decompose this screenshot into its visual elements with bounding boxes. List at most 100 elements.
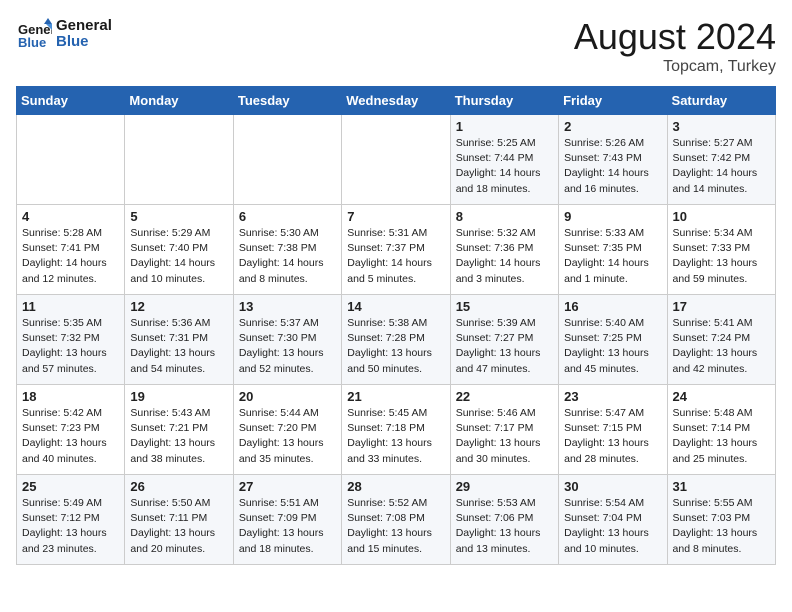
day-info: Sunrise: 5:35 AMSunset: 7:32 PMDaylight:… xyxy=(22,316,119,377)
day-number: 16 xyxy=(564,299,661,314)
day-info: Sunrise: 5:29 AMSunset: 7:40 PMDaylight:… xyxy=(130,226,227,287)
calendar-body: 1 Sunrise: 5:25 AMSunset: 7:44 PMDaylight… xyxy=(17,115,776,565)
day-info: Sunrise: 5:52 AMSunset: 7:08 PMDaylight:… xyxy=(347,496,444,557)
calendar-cell: 22 Sunrise: 5:46 AMSunset: 7:17 PMDayligh… xyxy=(450,385,558,475)
day-number: 31 xyxy=(673,479,770,494)
header-cell-tuesday: Tuesday xyxy=(233,87,341,115)
day-info: Sunrise: 5:38 AMSunset: 7:28 PMDaylight:… xyxy=(347,316,444,377)
day-info: Sunrise: 5:30 AMSunset: 7:38 PMDaylight:… xyxy=(239,226,336,287)
day-number: 5 xyxy=(130,209,227,224)
day-number: 19 xyxy=(130,389,227,404)
calendar-cell xyxy=(125,115,233,205)
day-info: Sunrise: 5:32 AMSunset: 7:36 PMDaylight:… xyxy=(456,226,553,287)
calendar-cell: 25 Sunrise: 5:49 AMSunset: 7:12 PMDayligh… xyxy=(17,475,125,565)
day-number: 22 xyxy=(456,389,553,404)
week-row-3: 11Sunrise: 5:35 AMSunset: 7:32 PMDayligh… xyxy=(17,295,776,385)
header-cell-monday: Monday xyxy=(125,87,233,115)
title-section: August 2024 Topcam, Turkey xyxy=(574,16,776,76)
day-number: 28 xyxy=(347,479,444,494)
day-info: Sunrise: 5:31 AMSunset: 7:37 PMDaylight:… xyxy=(347,226,444,287)
day-number: 29 xyxy=(456,479,553,494)
header-cell-saturday: Saturday xyxy=(667,87,775,115)
calendar-cell: 28 Sunrise: 5:52 AMSunset: 7:08 PMDayligh… xyxy=(342,475,450,565)
calendar-cell xyxy=(342,115,450,205)
calendar-cell xyxy=(233,115,341,205)
day-info: Sunrise: 5:36 AMSunset: 7:31 PMDaylight:… xyxy=(130,316,227,377)
day-info: Sunrise: 5:42 AMSunset: 7:23 PMDaylight:… xyxy=(22,406,119,467)
calendar-table: SundayMondayTuesdayWednesdayThursdayFrid… xyxy=(16,86,776,565)
day-info: Sunrise: 5:40 AMSunset: 7:25 PMDaylight:… xyxy=(564,316,661,377)
day-info: Sunrise: 5:45 AMSunset: 7:18 PMDaylight:… xyxy=(347,406,444,467)
calendar-cell: 15Sunrise: 5:39 AMSunset: 7:27 PMDayligh… xyxy=(450,295,558,385)
day-info: Sunrise: 5:43 AMSunset: 7:21 PMDaylight:… xyxy=(130,406,227,467)
day-number: 6 xyxy=(239,209,336,224)
day-number: 14 xyxy=(347,299,444,314)
day-info: Sunrise: 5:55 AMSunset: 7:03 PMDaylight:… xyxy=(673,496,770,557)
day-number: 13 xyxy=(239,299,336,314)
day-info: Sunrise: 5:37 AMSunset: 7:30 PMDaylight:… xyxy=(239,316,336,377)
header-cell-wednesday: Wednesday xyxy=(342,87,450,115)
day-number: 24 xyxy=(673,389,770,404)
header-row: SundayMondayTuesdayWednesdayThursdayFrid… xyxy=(17,87,776,115)
day-number: 10 xyxy=(673,209,770,224)
calendar-header: SundayMondayTuesdayWednesdayThursdayFrid… xyxy=(17,87,776,115)
day-number: 12 xyxy=(130,299,227,314)
day-number: 30 xyxy=(564,479,661,494)
day-info: Sunrise: 5:28 AMSunset: 7:41 PMDaylight:… xyxy=(22,226,119,287)
calendar-cell: 18 Sunrise: 5:42 AMSunset: 7:23 PMDayligh… xyxy=(17,385,125,475)
day-info: Sunrise: 5:49 AMSunset: 7:12 PMDaylight:… xyxy=(22,496,119,557)
day-info: Sunrise: 5:27 AMSunset: 7:42 PMDaylight:… xyxy=(673,136,770,197)
calendar-cell: 14 Sunrise: 5:38 AMSunset: 7:28 PMDayligh… xyxy=(342,295,450,385)
calendar-cell: 17 Sunrise: 5:41 AMSunset: 7:24 PMDayligh… xyxy=(667,295,775,385)
day-number: 26 xyxy=(130,479,227,494)
logo-text-general: General xyxy=(56,18,112,35)
day-number: 25 xyxy=(22,479,119,494)
calendar-cell: 3Sunrise: 5:27 AMSunset: 7:42 PMDaylight… xyxy=(667,115,775,205)
week-row-1: 1 Sunrise: 5:25 AMSunset: 7:44 PMDaylight… xyxy=(17,115,776,205)
calendar-cell: 13 Sunrise: 5:37 AMSunset: 7:30 PMDayligh… xyxy=(233,295,341,385)
day-number: 21 xyxy=(347,389,444,404)
day-info: Sunrise: 5:47 AMSunset: 7:15 PMDaylight:… xyxy=(564,406,661,467)
day-number: 27 xyxy=(239,479,336,494)
week-row-5: 25 Sunrise: 5:49 AMSunset: 7:12 PMDayligh… xyxy=(17,475,776,565)
calendar-cell: 2Sunrise: 5:26 AMSunset: 7:43 PMDaylight… xyxy=(559,115,667,205)
day-number: 18 xyxy=(22,389,119,404)
header-cell-friday: Friday xyxy=(559,87,667,115)
calendar-title: August 2024 xyxy=(574,16,776,58)
day-number: 9 xyxy=(564,209,661,224)
day-info: Sunrise: 5:25 AMSunset: 7:44 PMDaylight:… xyxy=(456,136,553,197)
calendar-cell: 23 Sunrise: 5:47 AMSunset: 7:15 PMDayligh… xyxy=(559,385,667,475)
header-cell-thursday: Thursday xyxy=(450,87,558,115)
calendar-cell: 20 Sunrise: 5:44 AMSunset: 7:20 PMDayligh… xyxy=(233,385,341,475)
day-number: 1 xyxy=(456,119,553,134)
calendar-cell: 12 Sunrise: 5:36 AMSunset: 7:31 PMDayligh… xyxy=(125,295,233,385)
day-info: Sunrise: 5:41 AMSunset: 7:24 PMDaylight:… xyxy=(673,316,770,377)
calendar-cell: 21 Sunrise: 5:45 AMSunset: 7:18 PMDayligh… xyxy=(342,385,450,475)
calendar-cell: 26 Sunrise: 5:50 AMSunset: 7:11 PMDayligh… xyxy=(125,475,233,565)
week-row-4: 18 Sunrise: 5:42 AMSunset: 7:23 PMDayligh… xyxy=(17,385,776,475)
day-number: 7 xyxy=(347,209,444,224)
calendar-cell: 10Sunrise: 5:34 AMSunset: 7:33 PMDayligh… xyxy=(667,205,775,295)
week-row-2: 4Sunrise: 5:28 AMSunset: 7:41 PMDaylight… xyxy=(17,205,776,295)
calendar-cell: 4Sunrise: 5:28 AMSunset: 7:41 PMDaylight… xyxy=(17,205,125,295)
day-info: Sunrise: 5:44 AMSunset: 7:20 PMDaylight:… xyxy=(239,406,336,467)
calendar-cell: 9Sunrise: 5:33 AMSunset: 7:35 PMDaylight… xyxy=(559,205,667,295)
calendar-cell: 31 Sunrise: 5:55 AMSunset: 7:03 PMDayligh… xyxy=(667,475,775,565)
calendar-cell: 6 Sunrise: 5:30 AMSunset: 7:38 PMDaylight… xyxy=(233,205,341,295)
day-info: Sunrise: 5:50 AMSunset: 7:11 PMDaylight:… xyxy=(130,496,227,557)
day-info: Sunrise: 5:46 AMSunset: 7:17 PMDaylight:… xyxy=(456,406,553,467)
day-info: Sunrise: 5:39 AMSunset: 7:27 PMDaylight:… xyxy=(456,316,553,377)
day-number: 17 xyxy=(673,299,770,314)
logo-text-blue: Blue xyxy=(56,34,112,51)
calendar-cell: 5 Sunrise: 5:29 AMSunset: 7:40 PMDaylight… xyxy=(125,205,233,295)
calendar-subtitle: Topcam, Turkey xyxy=(574,58,776,76)
svg-text:Blue: Blue xyxy=(18,35,46,50)
day-number: 23 xyxy=(564,389,661,404)
day-number: 20 xyxy=(239,389,336,404)
calendar-cell: 24Sunrise: 5:48 AMSunset: 7:14 PMDayligh… xyxy=(667,385,775,475)
day-info: Sunrise: 5:54 AMSunset: 7:04 PMDaylight:… xyxy=(564,496,661,557)
calendar-cell: 30 Sunrise: 5:54 AMSunset: 7:04 PMDayligh… xyxy=(559,475,667,565)
day-number: 8 xyxy=(456,209,553,224)
logo-icon: General Blue xyxy=(16,16,52,52)
page-header: General Blue General Blue August 2024 To… xyxy=(16,16,776,76)
